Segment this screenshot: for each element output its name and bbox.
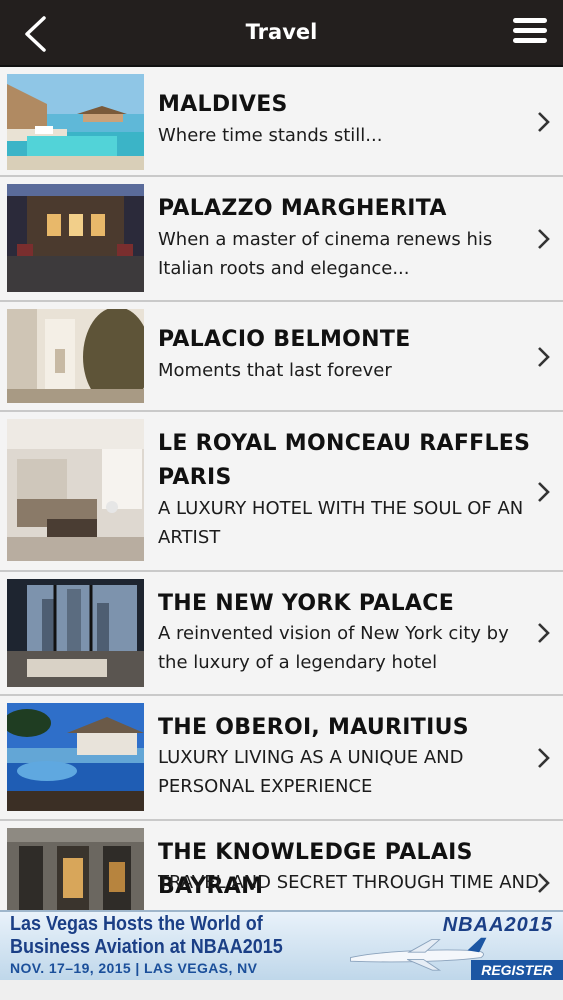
hamburger-menu-icon: [513, 18, 547, 23]
item-title: THE NEW YORK PALACE: [158, 591, 455, 616]
menu-button[interactable]: [513, 18, 547, 50]
item-title: PALACIO BELMONTE: [158, 327, 411, 352]
chevron-right-icon: [538, 623, 550, 643]
item-subtitle: A LUXURY HOTEL WITH THE SOUL OF AN ARTIS…: [158, 498, 524, 548]
travel-article-list[interactable]: MALDIVES Where time stands still... PALA…: [0, 67, 563, 910]
item-subtitle: TRAVEL AND SECRET THROUGH TIME AND: [158, 872, 539, 893]
item-subtitle: LUXURY LIVING AS A UNIQUE AND PERSONAL E…: [158, 747, 464, 797]
list-item[interactable]: PALACIO BELMONTE Moments that last forev…: [0, 302, 563, 412]
banner-headline-line2: Business Aviation at NBAA2015: [10, 936, 283, 958]
list-item[interactable]: THE OBEROI, MAURITIUS LUXURY LIVING AS A…: [0, 696, 563, 821]
oberoi-mauritius-thumbnail: [7, 703, 144, 811]
palazzo-margherita-thumbnail: [7, 184, 144, 292]
item-title: PALAZZO MARGHERITA: [158, 196, 447, 221]
palacio-belmonte-thumbnail: [7, 309, 144, 403]
banner-date: NOV. 17–19, 2015 | LAS VEGAS, NV: [10, 960, 258, 976]
new-york-palace-thumbnail: [7, 579, 144, 687]
banner-headline-line1: Las Vegas Hosts the World of: [10, 913, 263, 935]
palais-bayram-thumbnail: [7, 828, 144, 910]
item-subtitle: A reinvented vision of New York city by …: [158, 623, 509, 673]
chevron-right-icon: [538, 748, 550, 768]
ad-banner[interactable]: Las Vegas Hosts the World of Business Av…: [0, 910, 563, 980]
banner-logo: NBAA2015: [442, 914, 553, 936]
list-item[interactable]: THE NEW YORK PALACE A reinvented vision …: [0, 572, 563, 696]
list-item[interactable]: THE KNOWLEDGE PALAIS BAYRAM TRAVEL AND S…: [0, 821, 563, 910]
item-title: LE ROYAL MONCEAU RAFFLES PARIS: [158, 431, 531, 490]
hamburger-menu-icon-bar: [513, 38, 547, 43]
chevron-right-icon: [538, 482, 550, 502]
maldives-thumbnail: [7, 74, 144, 170]
item-subtitle: Where time stands still...: [158, 125, 383, 146]
top-app-bar: Travel: [0, 0, 563, 67]
chevron-right-icon: [538, 873, 550, 893]
list-item[interactable]: MALDIVES Where time stands still...: [0, 67, 563, 177]
le-royal-monceau-thumbnail: [7, 419, 144, 561]
register-button[interactable]: REGISTER: [471, 960, 563, 980]
chevron-right-icon: [538, 347, 550, 367]
hamburger-menu-icon-bar: [513, 28, 547, 33]
item-title: MALDIVES: [158, 92, 288, 117]
chevron-right-icon: [538, 229, 550, 249]
list-item[interactable]: LE ROYAL MONCEAU RAFFLES PARIS A LUXURY …: [0, 412, 563, 572]
list-item[interactable]: PALAZZO MARGHERITA When a master of cine…: [0, 177, 563, 302]
bottom-spacer: [0, 980, 563, 1000]
item-subtitle: When a master of cinema renews his Itali…: [158, 229, 493, 279]
page-title: Travel: [245, 20, 318, 44]
chevron-right-icon: [538, 112, 550, 132]
item-title: THE OBEROI, MAURITIUS: [158, 715, 469, 740]
item-subtitle: Moments that last forever: [158, 360, 392, 381]
